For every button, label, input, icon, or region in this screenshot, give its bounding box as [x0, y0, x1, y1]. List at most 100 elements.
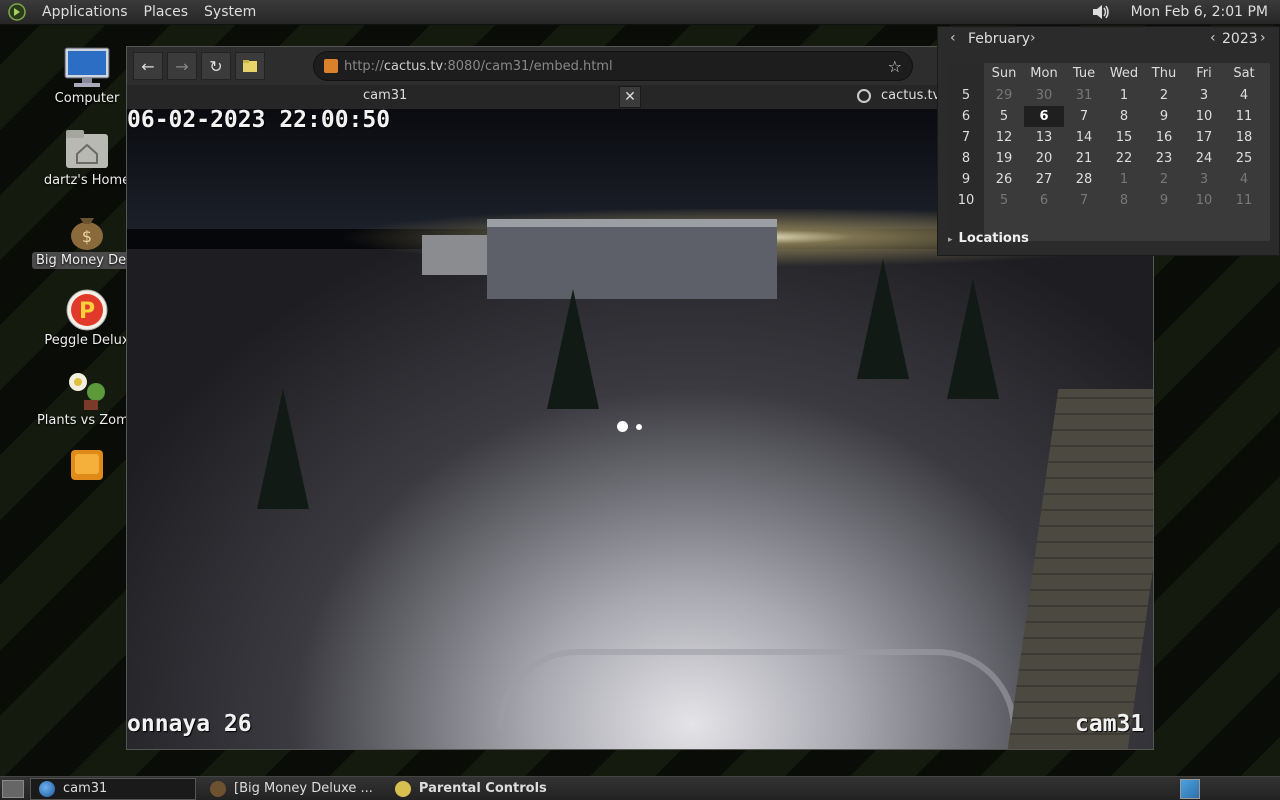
taskbar-item-parental-controls[interactable]: Parental Controls	[387, 778, 555, 800]
volume-icon[interactable]	[1089, 1, 1111, 23]
workspace-switcher-icon[interactable]	[1180, 779, 1200, 799]
week-number: 9	[961, 172, 971, 187]
calendar-day[interactable]: 10	[1184, 190, 1224, 211]
calendar-day[interactable]: 22	[1104, 148, 1144, 169]
calendar-day[interactable]: 3	[1184, 85, 1224, 106]
distro-logo-icon[interactable]	[8, 3, 26, 21]
calendar-week-row: 6 5 6 7 8 9 10 11	[948, 106, 1270, 127]
peggle-icon: P	[62, 288, 112, 332]
menu-places[interactable]: Places	[136, 0, 197, 25]
bookmarks-button[interactable]	[235, 52, 265, 80]
taskbar-item-label: [Big Money Deluxe ...	[234, 781, 373, 796]
back-button[interactable]: ←	[133, 52, 163, 80]
menu-applications[interactable]: Applications	[34, 0, 136, 25]
calendar-day[interactable]: 21	[1064, 148, 1104, 169]
calendar-week-row: 7 12 13 14 15 16 17 18	[948, 127, 1270, 148]
video-tree	[947, 279, 999, 399]
calendar-day[interactable]: 14	[1064, 127, 1104, 148]
calendar-day[interactable]: 9	[1144, 106, 1184, 127]
url-bar[interactable]: http://cactus.tv:8080/cam31/embed.html ☆	[313, 51, 913, 81]
tab-cactus[interactable]: cactus.tv	[857, 88, 940, 103]
calendar-day[interactable]: 23	[1144, 148, 1184, 169]
panel-clock[interactable]: Mon Feb 6, 2:01 PM	[1123, 4, 1280, 20]
calendar-day[interactable]: 4	[1224, 169, 1264, 190]
calendar-day[interactable]: 18	[1224, 127, 1264, 148]
loading-dots-icon	[617, 421, 650, 432]
calendar-day[interactable]: 24	[1184, 148, 1224, 169]
svg-text:$: $	[82, 227, 92, 246]
calendar-day[interactable]: 7	[1064, 190, 1104, 211]
menu-system[interactable]: System	[196, 0, 264, 25]
calendar-day[interactable]: 12	[984, 127, 1024, 148]
week-number: 7	[961, 130, 971, 145]
calendar-day[interactable]: 5	[984, 106, 1024, 127]
video-tree	[857, 259, 909, 379]
calendar-day[interactable]: 8	[1104, 106, 1144, 127]
calendar-day[interactable]: 11	[1224, 190, 1264, 211]
calendar-day-today[interactable]: 6	[1024, 106, 1064, 127]
calendar-header: ‹ February › ‹ 2023 ›	[938, 27, 1279, 51]
back-arrow-icon: ←	[141, 56, 155, 76]
calendar-day[interactable]: 16	[1144, 127, 1184, 148]
calendar-grid: Sun Mon Tue Wed Thu Fri Sat 5 29 30 31 1 2 3 4 6…	[948, 63, 1270, 241]
next-month-icon[interactable]: ›	[1030, 30, 1036, 46]
calendar-day[interactable]: 4	[1224, 85, 1264, 106]
calendar-day[interactable]: 15	[1104, 127, 1144, 148]
taskbar-item-cam31[interactable]: cam31	[30, 777, 196, 800]
calendar-week-row: 5 29 30 31 1 2 3 4	[948, 85, 1270, 106]
weekday-header-row: Sun Mon Tue Wed Thu Fri Sat	[948, 63, 1270, 84]
calendar-day[interactable]: 7	[1064, 106, 1104, 127]
calendar-day[interactable]: 2	[1144, 169, 1184, 190]
taskbar-item-big-money[interactable]: [Big Money Deluxe ...	[202, 778, 381, 800]
calendar-day[interactable]: 28	[1064, 169, 1104, 190]
taskbar-item-label: cam31	[63, 781, 108, 796]
calendar-day[interactable]: 3	[1184, 169, 1224, 190]
site-security-icon[interactable]	[324, 59, 338, 73]
next-year-icon[interactable]: ›	[1260, 30, 1266, 46]
week-number: 5	[961, 88, 971, 103]
calendar-day[interactable]: 20	[1024, 148, 1064, 169]
locations-label: Locations	[958, 231, 1029, 246]
tab-cam31[interactable]: cam31	[363, 88, 407, 103]
browser-globe-icon	[39, 780, 55, 797]
video-tree	[547, 289, 599, 409]
weekday-header: Sun	[991, 66, 1017, 81]
calendar-day[interactable]: 8	[1104, 190, 1144, 211]
calendar-day[interactable]: 30	[1024, 85, 1064, 106]
bookmark-star-icon[interactable]: ☆	[888, 57, 902, 76]
calendar-day[interactable]: 1	[1104, 169, 1144, 190]
calendar-day[interactable]: 5	[984, 190, 1024, 211]
weekday-header: Mon	[1030, 66, 1058, 81]
calendar-day[interactable]: 29	[984, 85, 1024, 106]
video-camera-label: cam31	[1075, 711, 1145, 737]
calendar-day[interactable]: 9	[1144, 190, 1184, 211]
calendar-day[interactable]: 1	[1104, 85, 1144, 106]
prev-year-icon[interactable]: ‹	[1210, 30, 1216, 46]
show-desktop-icon[interactable]	[2, 779, 24, 798]
calendar-day[interactable]: 26	[984, 169, 1024, 190]
tab-cactus-label: cactus.tv	[881, 88, 941, 103]
forward-button[interactable]: →	[167, 52, 197, 80]
week-number: 10	[957, 193, 975, 208]
locations-expander[interactable]: ▸ Locations	[948, 231, 1029, 246]
calendar-day[interactable]: 27	[1024, 169, 1064, 190]
reload-button[interactable]: ↻	[201, 52, 231, 80]
calendar-day[interactable]: 17	[1184, 127, 1224, 148]
weekday-header: Thu	[1151, 66, 1177, 81]
calendar-day[interactable]: 25	[1224, 148, 1264, 169]
calendar-day[interactable]: 19	[984, 148, 1024, 169]
expander-arrow-icon: ▸	[948, 235, 953, 245]
calendar-day[interactable]: 2	[1144, 85, 1184, 106]
weekday-header: Fri	[1196, 66, 1212, 81]
top-panel: Applications Places System Mon Feb 6, 2:…	[0, 0, 1280, 25]
prev-month-icon[interactable]: ‹	[950, 30, 956, 46]
close-tab-icon[interactable]: ✕	[619, 86, 641, 108]
calendar-day[interactable]: 13	[1024, 127, 1064, 148]
calendar-day[interactable]: 31	[1064, 85, 1104, 106]
bookmark-folder-icon	[243, 60, 257, 72]
calendar-day[interactable]: 6	[1024, 190, 1064, 211]
calendar-day[interactable]: 11	[1224, 106, 1264, 127]
video-path	[497, 649, 1017, 729]
calendar-day[interactable]: 10	[1184, 106, 1224, 127]
desktop-icon-label: Computer	[54, 91, 120, 106]
